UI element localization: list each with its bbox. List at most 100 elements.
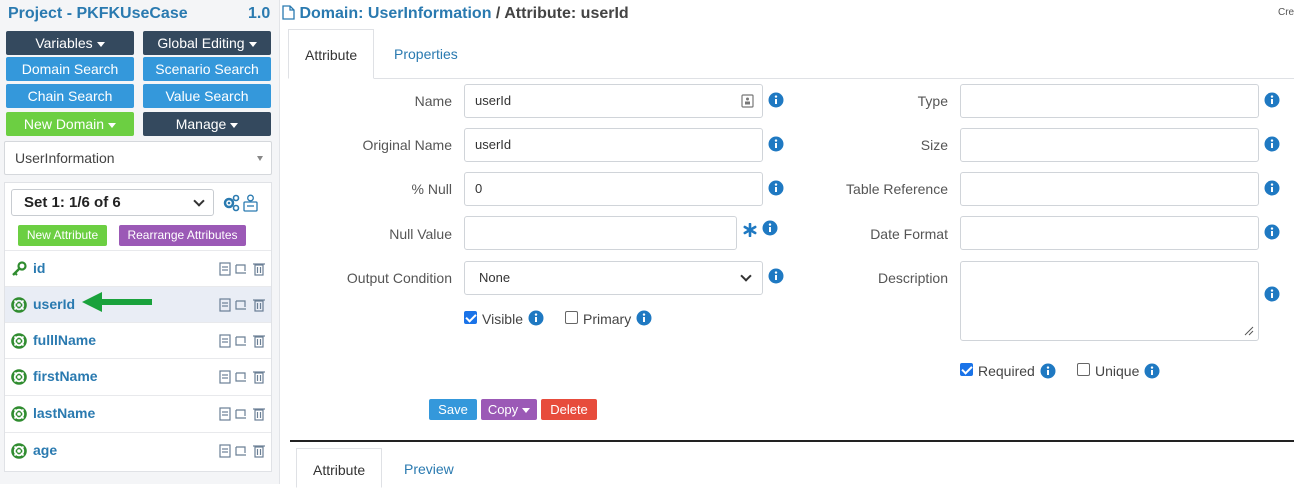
- output-condition-value: None: [479, 270, 511, 285]
- select-caret-icon: [257, 156, 263, 161]
- caret-down-icon: [230, 122, 239, 128]
- required-checkbox[interactable]: [960, 363, 973, 376]
- breadcrumb-domain-link[interactable]: Domain: UserInformation: [299, 5, 491, 22]
- info-icon[interactable]: [1144, 363, 1160, 379]
- size-input[interactable]: [960, 128, 1259, 162]
- attribute-row-id[interactable]: id: [5, 250, 271, 286]
- key-icon: [12, 261, 27, 276]
- info-icon[interactable]: [1040, 363, 1056, 379]
- trash-icon: [253, 299, 265, 312]
- info-icon[interactable]: [1264, 224, 1280, 240]
- output-condition-select[interactable]: None: [464, 261, 763, 295]
- info-icon[interactable]: [768, 92, 784, 108]
- primary-checkbox[interactable]: [565, 311, 578, 324]
- attribute-name: id: [33, 260, 46, 276]
- gears-icon[interactable]: [223, 194, 240, 212]
- new-attribute-button[interactable]: New Attribute: [18, 225, 107, 246]
- original-name-label: Original Name: [362, 137, 452, 153]
- info-icon[interactable]: [528, 310, 544, 326]
- output-condition-label: Output Condition: [346, 270, 452, 286]
- copy-icon: [235, 409, 246, 419]
- info-icon[interactable]: [768, 268, 784, 284]
- info-icon[interactable]: [1264, 180, 1280, 196]
- table-reference-input[interactable]: [960, 172, 1259, 206]
- info-icon[interactable]: [1264, 286, 1280, 302]
- bottom-tab-preview[interactable]: Preview: [388, 448, 470, 488]
- value-search-button[interactable]: Value Search: [143, 84, 271, 108]
- description-textarea[interactable]: [960, 261, 1259, 341]
- info-icon[interactable]: [1264, 136, 1280, 152]
- scenario-search-button[interactable]: Scenario Search: [143, 57, 271, 81]
- null-percent-input[interactable]: 0: [464, 172, 763, 206]
- row-actions[interactable]: [219, 261, 267, 277]
- new-domain-button[interactable]: New Domain: [6, 112, 134, 136]
- breadcrumb-separator: /: [495, 5, 501, 22]
- unique-checkbox[interactable]: [1077, 363, 1090, 376]
- edit-doc-icon: [219, 298, 231, 312]
- attribute-name: lastName: [33, 405, 96, 421]
- domain-search-button[interactable]: Domain Search: [6, 57, 134, 81]
- domain-select[interactable]: UserInformation: [4, 141, 272, 175]
- attribute-row-fulllname[interactable]: fulllName: [5, 322, 271, 358]
- info-icon[interactable]: [762, 220, 778, 236]
- row-actions[interactable]: [219, 333, 267, 349]
- type-label: Type: [917, 93, 948, 109]
- name-input[interactable]: userId: [464, 84, 763, 118]
- tab-properties[interactable]: Properties: [378, 29, 474, 79]
- set-select[interactable]: Set 1: 1/6 of 6: [11, 189, 214, 216]
- date-format-input[interactable]: [960, 216, 1259, 250]
- variables-button[interactable]: Variables: [6, 31, 134, 55]
- copy-label: Copy: [487, 402, 519, 417]
- primary-label: Primary: [583, 311, 632, 327]
- asterisk-icon: [743, 223, 757, 237]
- chain-search-button[interactable]: Chain Search: [6, 84, 134, 108]
- original-name-input[interactable]: userId: [464, 128, 763, 162]
- null-value-label: Null Value: [389, 226, 452, 242]
- attribute-row-age[interactable]: age: [5, 432, 271, 468]
- null-value-input[interactable]: [464, 216, 737, 250]
- copy-icon: [235, 372, 246, 382]
- attribute-name: firstName: [33, 368, 98, 384]
- set-select-value: Set 1: 1/6 of 6: [24, 194, 121, 211]
- copy-button[interactable]: Copy: [481, 399, 537, 420]
- info-icon[interactable]: [768, 136, 784, 152]
- trash-icon: [253, 335, 265, 348]
- row-actions[interactable]: [219, 406, 267, 422]
- users-group-icon[interactable]: [243, 194, 258, 212]
- tab-attribute[interactable]: Attribute: [288, 29, 375, 79]
- set-settings-icons[interactable]: [222, 193, 262, 213]
- rearrange-attributes-button[interactable]: Rearrange Attributes: [119, 225, 246, 246]
- visible-checkbox[interactable]: [464, 311, 477, 324]
- save-button[interactable]: Save: [429, 399, 477, 420]
- caret-down-icon: [96, 41, 105, 47]
- info-icon[interactable]: [1264, 92, 1280, 108]
- caret-down-icon: [522, 408, 531, 414]
- edit-doc-icon: [219, 262, 231, 276]
- trash-icon: [253, 263, 265, 276]
- resize-grip-icon[interactable]: [1244, 326, 1254, 336]
- top-tabbar: Attribute Properties: [288, 29, 1294, 79]
- info-icon[interactable]: [636, 310, 652, 326]
- contact-card-icon[interactable]: [741, 94, 754, 108]
- name-label: Name: [414, 93, 452, 109]
- trash-icon: [253, 371, 265, 384]
- attribute-row-firstname[interactable]: firstName: [5, 358, 271, 394]
- delete-button[interactable]: Delete: [541, 399, 597, 420]
- project-version: 1.0: [248, 5, 271, 22]
- info-icon[interactable]: [768, 180, 784, 196]
- row-actions[interactable]: [219, 443, 267, 459]
- edit-doc-icon: [219, 334, 231, 348]
- global-editing-button[interactable]: Global Editing: [143, 31, 271, 55]
- green-arrow-annotation: [82, 292, 152, 312]
- trash-icon: [253, 445, 265, 458]
- attribute-row-lastname[interactable]: lastName: [5, 395, 271, 431]
- lifebuoy-icon: [11, 333, 27, 349]
- type-input[interactable]: [960, 84, 1259, 118]
- row-actions[interactable]: [219, 369, 267, 385]
- bottom-tab-attribute[interactable]: Attribute: [296, 448, 383, 488]
- manage-button[interactable]: Manage: [143, 112, 271, 136]
- description-label: Description: [877, 270, 948, 286]
- row-actions[interactable]: [219, 297, 267, 313]
- copy-icon: [235, 336, 246, 346]
- lifebuoy-icon: [11, 297, 27, 313]
